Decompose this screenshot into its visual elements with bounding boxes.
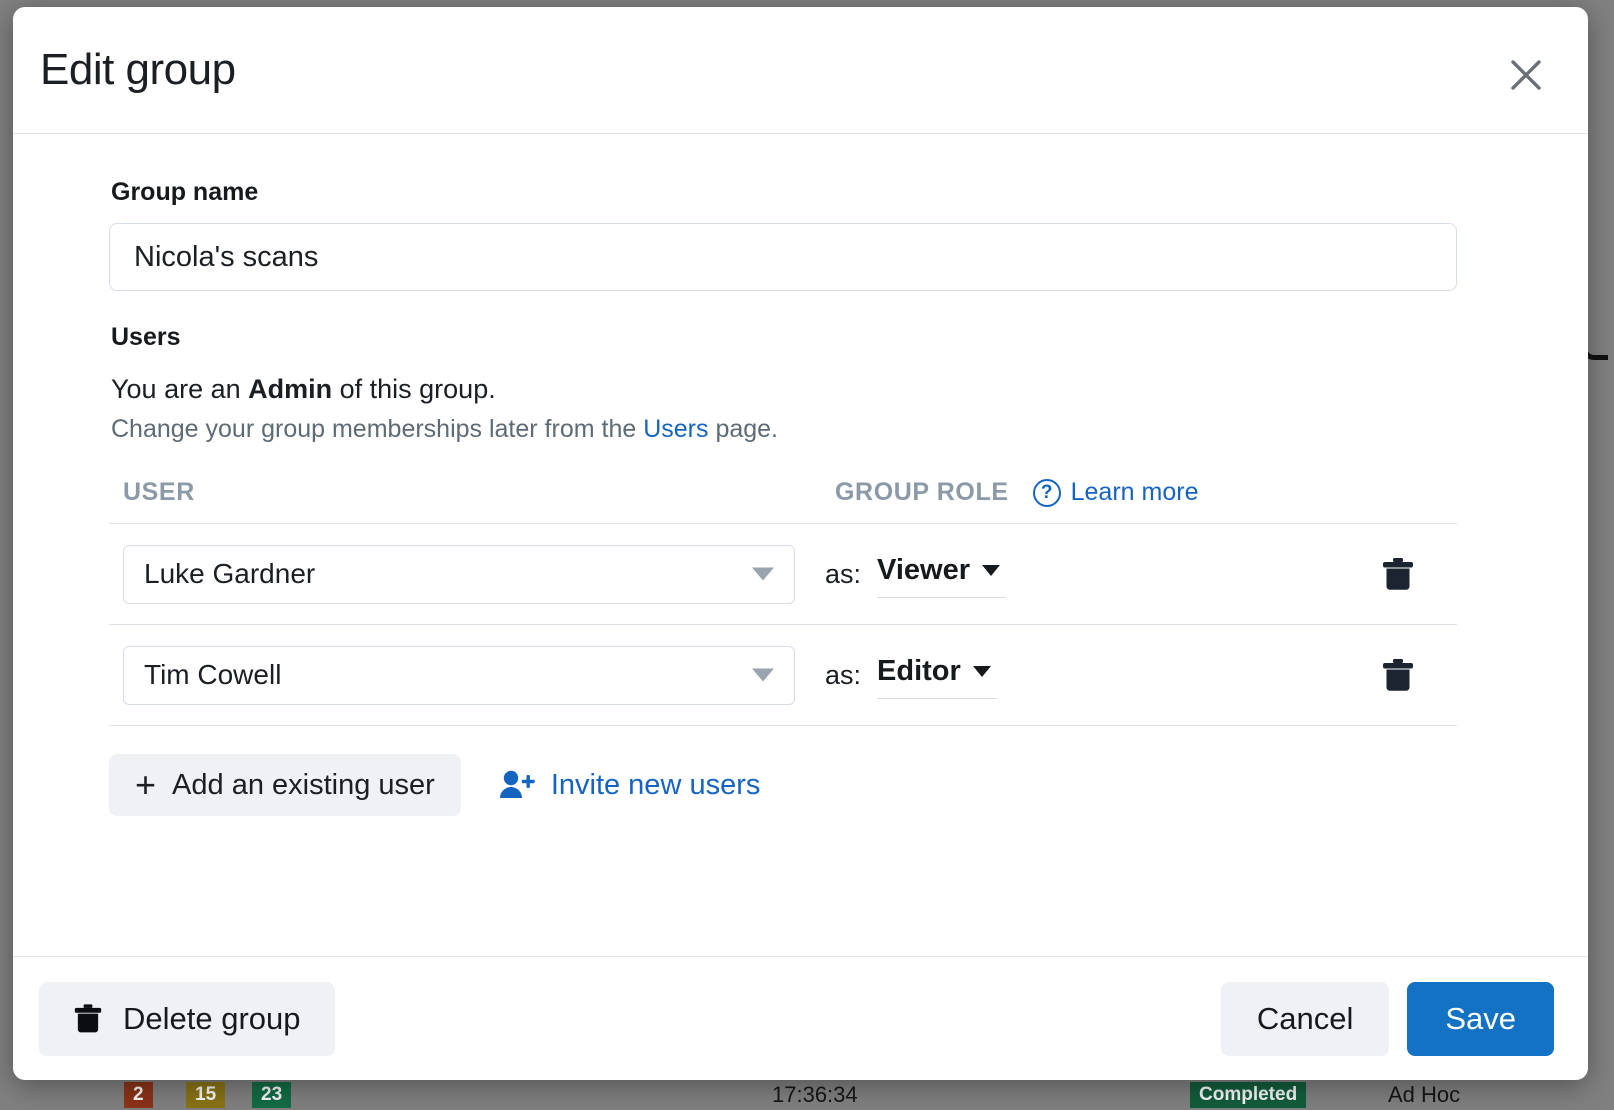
membership-hint-text: Change your group memberships later from… bbox=[111, 415, 1488, 444]
users-table-header: USER GROUP ROLE ? Learn more bbox=[109, 478, 1457, 524]
membership-hint-prefix: Change your group memberships later from… bbox=[111, 415, 644, 443]
background-type-label: Ad Hoc bbox=[1388, 1082, 1461, 1107]
role-select-0[interactable]: Viewer bbox=[877, 550, 1007, 598]
admin-status-suffix: of this group. bbox=[332, 374, 496, 404]
column-header-group-role: GROUP ROLE bbox=[835, 478, 1009, 506]
chevron-down-icon bbox=[752, 668, 774, 682]
edit-group-dialog: Edit group Group name Users You are an A… bbox=[13, 7, 1588, 1080]
dialog-body: Group name Users You are an Admin of thi… bbox=[13, 134, 1588, 956]
plus-icon: + bbox=[135, 764, 157, 805]
admin-status-text: You are an Admin of this group. bbox=[111, 374, 1488, 405]
background-badge-red: 2 bbox=[124, 1082, 153, 1108]
users-section-heading: Users bbox=[111, 323, 181, 351]
save-button[interactable]: Save bbox=[1407, 981, 1554, 1056]
page-title: Edit group bbox=[40, 45, 236, 94]
group-name-input[interactable] bbox=[109, 223, 1457, 291]
dialog-footer: Delete group Cancel Save bbox=[13, 956, 1588, 1080]
cancel-button[interactable]: Cancel bbox=[1220, 981, 1390, 1056]
users-table: USER GROUP ROLE ? Learn more Luke Gardne… bbox=[109, 478, 1457, 816]
admin-status-prefix: You are an bbox=[111, 374, 249, 404]
delete-group-label: Delete group bbox=[123, 1000, 301, 1036]
invite-new-users-button[interactable]: Invite new users bbox=[497, 768, 761, 802]
group-name-label: Group name bbox=[111, 178, 259, 206]
chevron-down-icon bbox=[972, 666, 991, 677]
chevron-down-icon bbox=[752, 567, 774, 581]
background-timestamp: 17:36:34 bbox=[772, 1082, 858, 1107]
trash-icon[interactable] bbox=[1375, 652, 1421, 698]
role-select-value-1: Editor bbox=[877, 655, 961, 687]
table-actions: + Add an existing user Invite new users bbox=[109, 754, 1457, 816]
chevron-down-icon bbox=[982, 565, 1001, 576]
invite-new-users-label: Invite new users bbox=[550, 768, 761, 801]
background-table-row: 2 15 23 17:36:34 Completed Ad Hoc bbox=[0, 1080, 1614, 1110]
person-add-icon bbox=[497, 768, 537, 802]
delete-group-button[interactable]: Delete group bbox=[39, 981, 335, 1056]
as-label-0: as: bbox=[825, 558, 862, 589]
close-icon[interactable] bbox=[1502, 51, 1550, 99]
user-select-value-1: Tim Cowell bbox=[144, 659, 282, 690]
admin-status-role: Admin bbox=[248, 374, 333, 404]
column-header-user: USER bbox=[123, 478, 195, 506]
users-page-link[interactable]: Users bbox=[643, 415, 708, 443]
user-select-value-0: Luke Gardner bbox=[144, 558, 316, 589]
table-row: Luke Gardner as: Viewer bbox=[109, 524, 1457, 625]
add-existing-user-label: Add an existing user bbox=[172, 768, 435, 801]
role-select-1[interactable]: Editor bbox=[877, 651, 997, 699]
background-badge-green: 23 bbox=[252, 1082, 292, 1108]
user-select-1[interactable]: Tim Cowell bbox=[123, 645, 795, 705]
trash-icon bbox=[73, 1002, 103, 1035]
role-select-value-0: Viewer bbox=[877, 554, 971, 586]
table-row: Tim Cowell as: Editor bbox=[109, 625, 1457, 726]
trash-icon[interactable] bbox=[1375, 551, 1421, 597]
background-status-badge: Completed bbox=[1190, 1082, 1307, 1108]
background-badge-olive: 15 bbox=[186, 1082, 226, 1108]
membership-hint-suffix: page. bbox=[708, 415, 779, 443]
dialog-header: Edit group bbox=[13, 7, 1588, 134]
add-existing-user-button[interactable]: + Add an existing user bbox=[109, 754, 461, 816]
help-question-icon[interactable]: ? bbox=[1032, 478, 1061, 507]
learn-more-link[interactable]: Learn more bbox=[1071, 478, 1199, 507]
user-select-0[interactable]: Luke Gardner bbox=[123, 544, 795, 604]
as-label-1: as: bbox=[825, 659, 862, 690]
